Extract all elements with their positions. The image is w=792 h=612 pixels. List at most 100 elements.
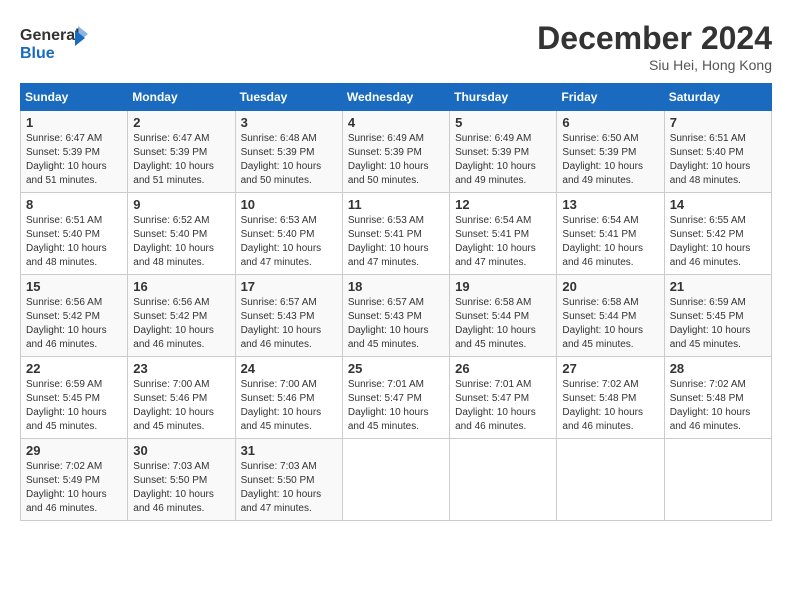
calendar-cell: 16 Sunrise: 6:56 AM Sunset: 5:42 PM Dayl… xyxy=(128,275,235,357)
calendar-cell: 28 Sunrise: 7:02 AM Sunset: 5:48 PM Dayl… xyxy=(664,357,771,439)
calendar-cell: 12 Sunrise: 6:54 AM Sunset: 5:41 PM Dayl… xyxy=(450,193,557,275)
day-number: 31 xyxy=(241,443,337,458)
weekday-header-sunday: Sunday xyxy=(21,84,128,111)
calendar-cell xyxy=(664,439,771,521)
day-detail: Sunrise: 6:47 AM Sunset: 5:39 PM Dayligh… xyxy=(133,132,229,188)
weekday-header-thursday: Thursday xyxy=(450,84,557,111)
day-detail: Sunrise: 6:57 AM Sunset: 5:43 PM Dayligh… xyxy=(241,296,337,352)
calendar-cell: 27 Sunrise: 7:02 AM Sunset: 5:48 PM Dayl… xyxy=(557,357,664,439)
day-number: 21 xyxy=(670,279,766,294)
calendar-cell: 23 Sunrise: 7:00 AM Sunset: 5:46 PM Dayl… xyxy=(128,357,235,439)
calendar-cell: 15 Sunrise: 6:56 AM Sunset: 5:42 PM Dayl… xyxy=(21,275,128,357)
day-number: 3 xyxy=(241,115,337,130)
calendar-cell: 10 Sunrise: 6:53 AM Sunset: 5:40 PM Dayl… xyxy=(235,193,342,275)
calendar-cell xyxy=(450,439,557,521)
calendar-week-4: 22 Sunrise: 6:59 AM Sunset: 5:45 PM Dayl… xyxy=(21,357,772,439)
calendar-cell: 31 Sunrise: 7:03 AM Sunset: 5:50 PM Dayl… xyxy=(235,439,342,521)
calendar-cell: 29 Sunrise: 7:02 AM Sunset: 5:49 PM Dayl… xyxy=(21,439,128,521)
day-detail: Sunrise: 6:53 AM Sunset: 5:40 PM Dayligh… xyxy=(241,214,337,270)
calendar-cell: 25 Sunrise: 7:01 AM Sunset: 5:47 PM Dayl… xyxy=(342,357,449,439)
weekday-header-tuesday: Tuesday xyxy=(235,84,342,111)
calendar-cell: 9 Sunrise: 6:52 AM Sunset: 5:40 PM Dayli… xyxy=(128,193,235,275)
weekday-header-wednesday: Wednesday xyxy=(342,84,449,111)
location: Siu Hei, Hong Kong xyxy=(537,57,772,73)
day-detail: Sunrise: 6:54 AM Sunset: 5:41 PM Dayligh… xyxy=(562,214,658,270)
svg-text:Blue: Blue xyxy=(20,45,55,62)
svg-text:General: General xyxy=(20,27,80,44)
header: General Blue December 2024 Siu Hei, Hong… xyxy=(20,20,772,73)
calendar-cell: 7 Sunrise: 6:51 AM Sunset: 5:40 PM Dayli… xyxy=(664,111,771,193)
day-number: 25 xyxy=(348,361,444,376)
day-number: 12 xyxy=(455,197,551,212)
day-detail: Sunrise: 7:03 AM Sunset: 5:50 PM Dayligh… xyxy=(241,460,337,516)
day-number: 26 xyxy=(455,361,551,376)
day-number: 2 xyxy=(133,115,229,130)
day-number: 1 xyxy=(26,115,122,130)
calendar-cell: 13 Sunrise: 6:54 AM Sunset: 5:41 PM Dayl… xyxy=(557,193,664,275)
calendar-cell: 30 Sunrise: 7:03 AM Sunset: 5:50 PM Dayl… xyxy=(128,439,235,521)
day-detail: Sunrise: 6:57 AM Sunset: 5:43 PM Dayligh… xyxy=(348,296,444,352)
day-detail: Sunrise: 7:00 AM Sunset: 5:46 PM Dayligh… xyxy=(133,378,229,434)
day-number: 18 xyxy=(348,279,444,294)
day-detail: Sunrise: 6:56 AM Sunset: 5:42 PM Dayligh… xyxy=(133,296,229,352)
day-number: 10 xyxy=(241,197,337,212)
day-number: 30 xyxy=(133,443,229,458)
calendar-cell: 14 Sunrise: 6:55 AM Sunset: 5:42 PM Dayl… xyxy=(664,193,771,275)
calendar-cell: 1 Sunrise: 6:47 AM Sunset: 5:39 PM Dayli… xyxy=(21,111,128,193)
logo: General Blue xyxy=(20,20,90,70)
calendar-cell: 8 Sunrise: 6:51 AM Sunset: 5:40 PM Dayli… xyxy=(21,193,128,275)
day-detail: Sunrise: 6:51 AM Sunset: 5:40 PM Dayligh… xyxy=(670,132,766,188)
day-detail: Sunrise: 6:54 AM Sunset: 5:41 PM Dayligh… xyxy=(455,214,551,270)
calendar-cell xyxy=(557,439,664,521)
calendar-cell: 24 Sunrise: 7:00 AM Sunset: 5:46 PM Dayl… xyxy=(235,357,342,439)
calendar-week-1: 1 Sunrise: 6:47 AM Sunset: 5:39 PM Dayli… xyxy=(21,111,772,193)
calendar-cell: 19 Sunrise: 6:58 AM Sunset: 5:44 PM Dayl… xyxy=(450,275,557,357)
day-detail: Sunrise: 6:50 AM Sunset: 5:39 PM Dayligh… xyxy=(562,132,658,188)
day-detail: Sunrise: 6:52 AM Sunset: 5:40 PM Dayligh… xyxy=(133,214,229,270)
day-detail: Sunrise: 6:58 AM Sunset: 5:44 PM Dayligh… xyxy=(562,296,658,352)
day-detail: Sunrise: 6:51 AM Sunset: 5:40 PM Dayligh… xyxy=(26,214,122,270)
day-number: 29 xyxy=(26,443,122,458)
day-detail: Sunrise: 7:00 AM Sunset: 5:46 PM Dayligh… xyxy=(241,378,337,434)
day-detail: Sunrise: 6:59 AM Sunset: 5:45 PM Dayligh… xyxy=(670,296,766,352)
calendar-cell: 22 Sunrise: 6:59 AM Sunset: 5:45 PM Dayl… xyxy=(21,357,128,439)
day-detail: Sunrise: 7:03 AM Sunset: 5:50 PM Dayligh… xyxy=(133,460,229,516)
day-number: 4 xyxy=(348,115,444,130)
day-number: 19 xyxy=(455,279,551,294)
day-number: 7 xyxy=(670,115,766,130)
day-number: 27 xyxy=(562,361,658,376)
day-detail: Sunrise: 6:58 AM Sunset: 5:44 PM Dayligh… xyxy=(455,296,551,352)
day-detail: Sunrise: 7:02 AM Sunset: 5:48 PM Dayligh… xyxy=(670,378,766,434)
day-number: 13 xyxy=(562,197,658,212)
day-number: 6 xyxy=(562,115,658,130)
day-detail: Sunrise: 6:49 AM Sunset: 5:39 PM Dayligh… xyxy=(455,132,551,188)
calendar-week-3: 15 Sunrise: 6:56 AM Sunset: 5:42 PM Dayl… xyxy=(21,275,772,357)
day-detail: Sunrise: 7:01 AM Sunset: 5:47 PM Dayligh… xyxy=(348,378,444,434)
calendar-cell: 2 Sunrise: 6:47 AM Sunset: 5:39 PM Dayli… xyxy=(128,111,235,193)
day-number: 23 xyxy=(133,361,229,376)
calendar-cell: 26 Sunrise: 7:01 AM Sunset: 5:47 PM Dayl… xyxy=(450,357,557,439)
day-detail: Sunrise: 6:55 AM Sunset: 5:42 PM Dayligh… xyxy=(670,214,766,270)
day-number: 15 xyxy=(26,279,122,294)
day-number: 9 xyxy=(133,197,229,212)
weekday-header-monday: Monday xyxy=(128,84,235,111)
calendar-week-2: 8 Sunrise: 6:51 AM Sunset: 5:40 PM Dayli… xyxy=(21,193,772,275)
calendar-cell: 18 Sunrise: 6:57 AM Sunset: 5:43 PM Dayl… xyxy=(342,275,449,357)
calendar-cell: 6 Sunrise: 6:50 AM Sunset: 5:39 PM Dayli… xyxy=(557,111,664,193)
day-number: 5 xyxy=(455,115,551,130)
day-number: 17 xyxy=(241,279,337,294)
weekday-header-friday: Friday xyxy=(557,84,664,111)
day-detail: Sunrise: 6:53 AM Sunset: 5:41 PM Dayligh… xyxy=(348,214,444,270)
day-detail: Sunrise: 6:59 AM Sunset: 5:45 PM Dayligh… xyxy=(26,378,122,434)
calendar-cell: 21 Sunrise: 6:59 AM Sunset: 5:45 PM Dayl… xyxy=(664,275,771,357)
day-detail: Sunrise: 7:02 AM Sunset: 5:49 PM Dayligh… xyxy=(26,460,122,516)
day-number: 24 xyxy=(241,361,337,376)
day-number: 28 xyxy=(670,361,766,376)
weekday-header-row: SundayMondayTuesdayWednesdayThursdayFrid… xyxy=(21,84,772,111)
day-number: 20 xyxy=(562,279,658,294)
calendar-cell: 3 Sunrise: 6:48 AM Sunset: 5:39 PM Dayli… xyxy=(235,111,342,193)
title-area: December 2024 Siu Hei, Hong Kong xyxy=(537,20,772,73)
day-number: 22 xyxy=(26,361,122,376)
day-detail: Sunrise: 7:01 AM Sunset: 5:47 PM Dayligh… xyxy=(455,378,551,434)
month-title: December 2024 xyxy=(537,20,772,57)
